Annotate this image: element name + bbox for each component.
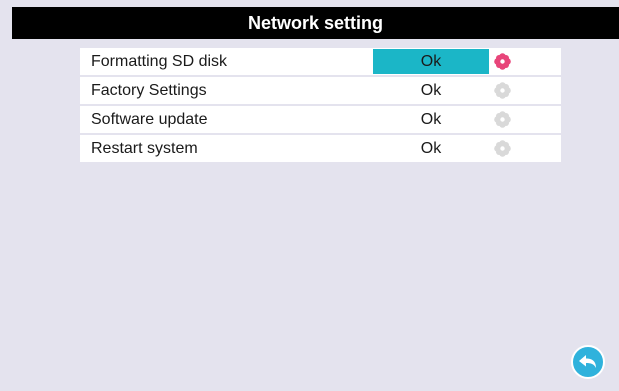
row-label: Software update (91, 111, 208, 128)
flower-icon (494, 82, 511, 99)
software-update-ok-button[interactable]: Ok (373, 107, 489, 132)
row-label: Restart system (91, 140, 198, 157)
flower-icon (494, 53, 511, 70)
page-title: Network setting (12, 7, 619, 39)
screen: Network setting Formatting SD disk Ok Fa… (0, 0, 619, 391)
factory-settings-ok-button[interactable]: Ok (373, 78, 489, 103)
settings-row-software-update: Software update Ok (80, 106, 561, 133)
restart-system-ok-button[interactable]: Ok (373, 136, 489, 161)
row-label: Factory Settings (91, 82, 207, 99)
settings-list: Formatting SD disk Ok Factory Settings O… (80, 48, 561, 164)
settings-row-format-sd: Formatting SD disk Ok (80, 48, 561, 75)
format-sd-ok-button[interactable]: Ok (373, 49, 489, 74)
flower-icon (494, 140, 511, 157)
row-label: Formatting SD disk (91, 53, 228, 70)
settings-row-factory-settings: Factory Settings Ok (80, 77, 561, 104)
back-arrow-icon (579, 355, 596, 368)
flower-icon (494, 111, 511, 128)
settings-row-restart-system: Restart system Ok (80, 135, 561, 162)
back-button[interactable] (571, 345, 605, 379)
